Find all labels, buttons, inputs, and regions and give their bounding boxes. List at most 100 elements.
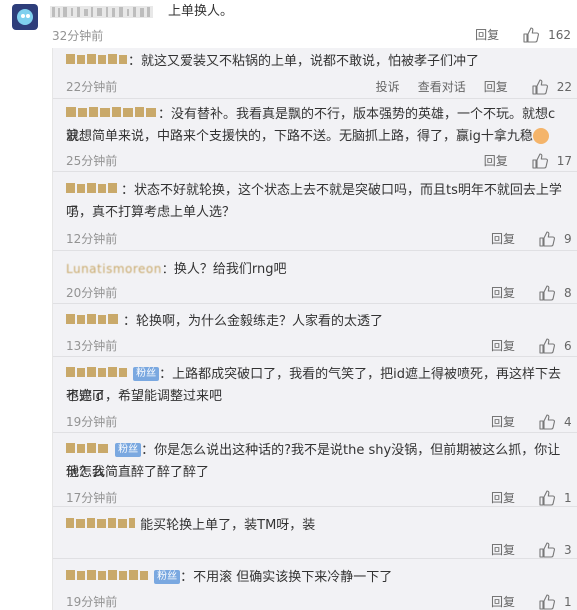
- avatar[interactable]: [12, 4, 38, 30]
- reply-time: 13分钟前: [66, 339, 118, 353]
- reply-list: ：就这又爱装又不粘锅的上单，说都不敢说，怕被孝子们冲了 22分钟前 投诉 查看对…: [52, 48, 577, 610]
- thumb-up-icon[interactable]: [532, 152, 548, 169]
- fan-badge: 粉丝: [115, 443, 142, 457]
- main-comment-time: 32分钟前: [52, 29, 104, 43]
- blurred-username[interactable]: [66, 568, 150, 582]
- fan-badge: 粉丝: [133, 367, 160, 381]
- like-count: 1: [564, 490, 572, 505]
- like-count: 3: [564, 542, 572, 557]
- like-count: 162: [548, 27, 571, 42]
- reply-time: 25分钟前: [66, 154, 118, 168]
- like-count: 1: [564, 594, 572, 609]
- reply-text: 换人？给我们rng吧: [173, 262, 287, 277]
- reply-item: Lunatismoreon：换人？给我们rng吧 20分钟前 回复 8: [53, 250, 577, 303]
- blurred-username[interactable]: [66, 441, 111, 455]
- thumb-up-icon[interactable]: [539, 413, 555, 430]
- like-count: 17: [556, 153, 572, 168]
- reply-text: 轮换啊，为什么金毅练走？人家看的太透了: [136, 314, 384, 329]
- reply-content: 玩？我简直醉了醉了醉了: [66, 462, 566, 484]
- reply-button[interactable]: 回复: [491, 230, 515, 247]
- reply-text: 能买轮换上单了，装TM呀，装: [140, 518, 316, 533]
- thumb-up-icon[interactable]: [539, 337, 555, 354]
- reply-time: 12分钟前: [66, 232, 118, 246]
- reply-content: 能买轮换上单了，装TM呀，装: [66, 515, 566, 537]
- view-conversation-button[interactable]: 查看对话: [418, 78, 466, 95]
- reply-button[interactable]: 回复: [491, 413, 515, 430]
- reply-time: 19分钟前: [66, 415, 118, 429]
- reply-content: 吗，真不打算考虑上单人选？: [66, 202, 566, 224]
- name-separator: ：: [180, 570, 194, 585]
- like-count: 6: [564, 338, 572, 353]
- reply-username[interactable]: Lunatismoreon: [66, 262, 162, 276]
- reply-item: ：就这又爱装又不粘锅的上单，说都不敢说，怕被孝子们冲了 22分钟前 投诉 查看对…: [53, 48, 577, 98]
- reply-button[interactable]: 回复: [491, 284, 515, 301]
- name-separator: ：: [158, 107, 172, 122]
- reply-time: 17分钟前: [66, 491, 118, 505]
- thumb-up-icon[interactable]: [539, 541, 555, 558]
- report-button[interactable]: 投诉: [376, 78, 400, 95]
- name-separator: ：: [123, 314, 137, 329]
- reply-item: 粉丝 ：不用滚 但确实该换下来冷静一下了 19分钟前 回复 1: [53, 558, 577, 610]
- like-count: 22: [556, 79, 572, 94]
- blurred-username[interactable]: [66, 181, 121, 195]
- blurred-username[interactable]: [66, 516, 136, 530]
- reply-time: 20分钟前: [66, 286, 118, 300]
- reply-content: Lunatismoreon：换人？给我们rng吧: [66, 258, 566, 281]
- thumb-up-icon[interactable]: [539, 593, 555, 610]
- thumb-up-icon[interactable]: [523, 26, 540, 43]
- emoji-icon: [532, 127, 549, 144]
- reply-item: ：轮换啊，为什么金毅练走？人家看的太透了 13分钟前 回复 6: [53, 303, 577, 356]
- blurred-username[interactable]: [50, 4, 153, 20]
- reply-text: 不用滚 但确实该换下来冷静一下了: [193, 570, 393, 585]
- reply-actions: 回复 17: [466, 152, 572, 169]
- thumb-up-icon[interactable]: [539, 284, 555, 301]
- thumb-up-icon[interactable]: [539, 230, 555, 247]
- name-separator: ：: [128, 54, 142, 69]
- reply-button[interactable]: 回复: [484, 152, 508, 169]
- reply-actions: 回复 4: [473, 413, 572, 430]
- reply-text-line2: 也完了，希望能调整过来吧: [66, 389, 223, 404]
- reply-content: 也完了，希望能调整过来吧: [66, 386, 566, 408]
- reply-text-line2: 吗，真不打算考虑上单人选？: [66, 205, 236, 220]
- reply-actions: 投诉 查看对话 回复 22: [358, 78, 572, 95]
- reply-content: ：轮换啊，为什么金毅练走？人家看的太透了: [66, 311, 566, 333]
- like-count: 8: [564, 285, 572, 300]
- name-separator: ：: [161, 262, 174, 276]
- reply-item: 粉丝 ：你是怎么说出这种话的?我不是说the shy没锅，但前期被这么抓，你让他怎…: [53, 432, 577, 506]
- main-comment-text: 上单换人。: [168, 4, 234, 19]
- avatar-face: [17, 9, 33, 25]
- reply-actions: 回复 1: [473, 489, 572, 506]
- reply-button[interactable]: 回复: [475, 26, 499, 43]
- reply-button[interactable]: 回复: [491, 489, 515, 506]
- reply-text: 就这又爱装又不粘锅的上单，说都不敢说，怕被孝子们冲了: [141, 54, 480, 69]
- main-comment: 上单换人。 32分钟前 回复 162: [0, 0, 577, 50]
- reply-time: 19分钟前: [66, 595, 118, 609]
- reply-content: ：就这又爱装又不粘锅的上单，说都不敢说，怕被孝子们冲了: [66, 51, 566, 73]
- thumb-up-icon[interactable]: [539, 489, 555, 506]
- reply-item: ：状态不好就轮换，这个状态上去不就是突破口吗，而且ts明年不就回去上学了 吗，真…: [53, 171, 577, 250]
- blurred-username[interactable]: [66, 312, 123, 326]
- reply-button[interactable]: 回复: [491, 337, 515, 354]
- reply-button[interactable]: 回复: [484, 78, 508, 95]
- reply-actions: 回复 1: [473, 593, 572, 610]
- blurred-username[interactable]: [66, 105, 158, 119]
- reply-content: 浪。简单来说，中路来个支援快的，下路不送。无脑抓上路，得了，赢ig十拿九稳: [66, 126, 566, 148]
- name-separator: ：: [141, 443, 155, 458]
- main-comment-actions: 回复 162: [457, 26, 571, 43]
- reply-text-line2: 浪。简单来说，中路来个支援快的，下路不送。无脑抓上路，得了，赢ig十拿九稳: [66, 129, 533, 144]
- reply-text-line2: 玩？我简直醉了醉了醉了: [66, 465, 210, 480]
- reply-actions: 回复 8: [473, 284, 572, 301]
- reply-button[interactable]: 回复: [491, 593, 515, 610]
- reply-actions: 回复 3: [473, 541, 572, 558]
- fan-badge: 粉丝: [154, 570, 181, 584]
- reply-item: 能买轮换上单了，装TM呀，装 回复 3: [53, 506, 577, 558]
- thumb-up-icon[interactable]: [532, 78, 548, 95]
- reply-actions: 回复 6: [473, 337, 572, 354]
- like-count: 9: [564, 231, 572, 246]
- like-count: 4: [564, 414, 572, 429]
- reply-content: 粉丝 ：不用滚 但确实该换下来冷静一下了: [66, 567, 566, 589]
- blurred-username[interactable]: [66, 52, 128, 66]
- blurred-username[interactable]: [66, 365, 129, 379]
- reply-item: 粉丝 ：上路都成突破口了，我看的气笑了，把id遮上得被喷死，再这样下去不遮id 也…: [53, 356, 577, 432]
- reply-button[interactable]: 回复: [491, 541, 515, 558]
